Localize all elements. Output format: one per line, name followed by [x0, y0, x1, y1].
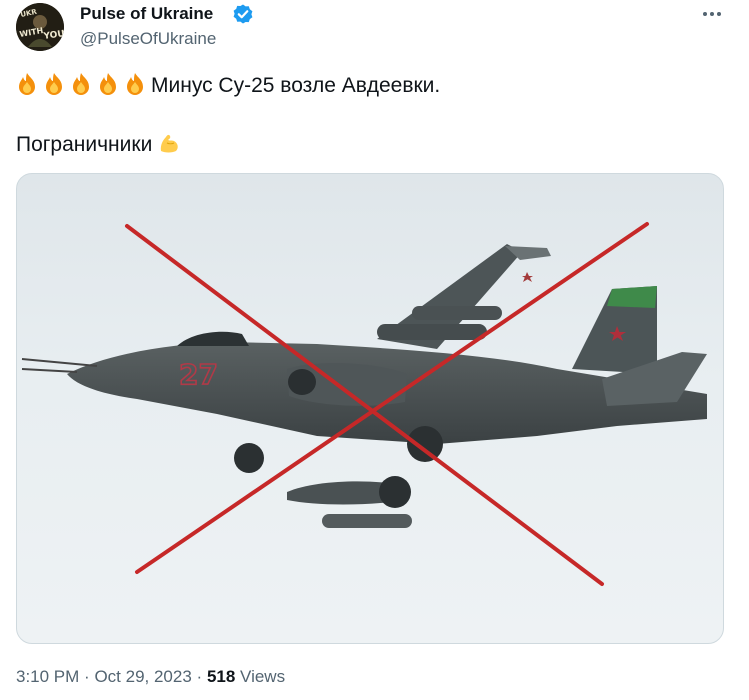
flexed-biceps-emoji: [158, 131, 180, 155]
views-label: Views: [240, 667, 286, 686]
fire-emoji: [97, 72, 119, 96]
tweet-media[interactable]: 27: [16, 173, 724, 644]
meta-separator: ·: [196, 667, 203, 686]
svg-text:YOU: YOU: [42, 29, 64, 42]
fire-emoji: [124, 72, 146, 96]
tweet-meta: 3:10 PM · Oct 29, 2023 · 518 Views: [16, 667, 285, 687]
tweet-time[interactable]: 3:10 PM: [16, 667, 79, 686]
tweet-date[interactable]: Oct 29, 2023: [94, 667, 191, 686]
author-handle[interactable]: @PulseOfUkraine: [80, 29, 216, 49]
tail-number: 27: [179, 358, 218, 391]
fire-emoji: [43, 72, 65, 96]
more-icon[interactable]: [700, 2, 724, 26]
tweet: UKR WITH YOU Pulse of Ukraine @PulseOfUk…: [0, 0, 749, 700]
verified-badge-icon: [233, 4, 253, 24]
tweet-text-line-1: Минус Су-25 возле Авдеевки.: [16, 72, 440, 98]
meta-separator: ·: [84, 667, 90, 686]
views-count: 518: [206, 667, 236, 686]
display-name[interactable]: Pulse of Ukraine: [80, 4, 213, 24]
avatar-image: UKR WITH YOU: [16, 3, 64, 51]
tweet-text-1: Минус Су-25 возле Авдеевки.: [151, 74, 441, 97]
crossed-out-aircraft-image: 27: [21, 222, 707, 586]
wing-star-icon: [522, 272, 533, 282]
tweet-text-line-2: Пограничники: [16, 131, 185, 157]
fire-emoji: [70, 72, 92, 96]
fire-emoji: [16, 72, 38, 96]
avatar[interactable]: UKR WITH YOU: [16, 3, 64, 51]
tweet-text-2: Пограничники: [16, 133, 153, 156]
